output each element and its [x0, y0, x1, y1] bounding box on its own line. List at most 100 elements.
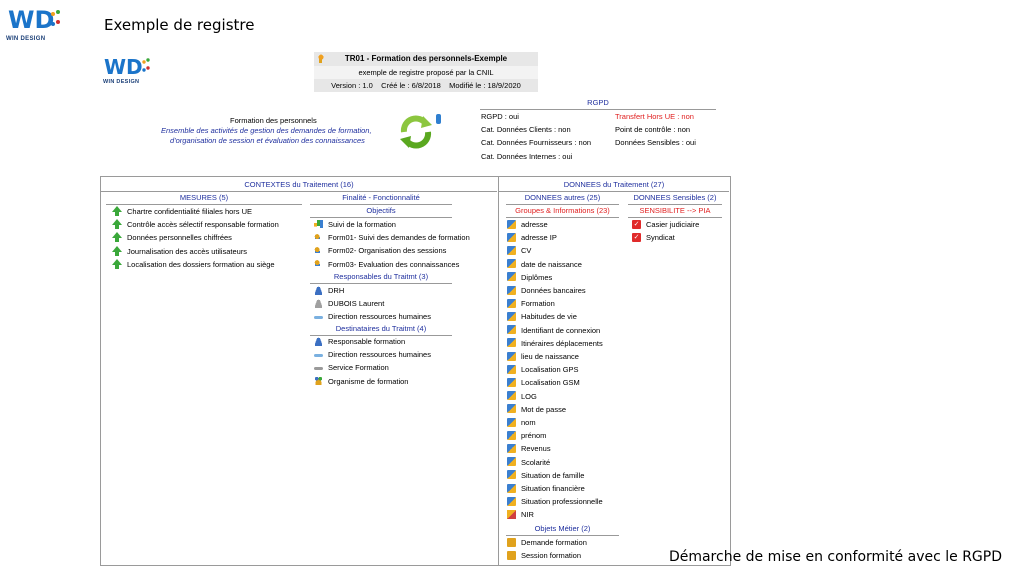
list-item[interactable]: Localisation des dossiers formation au s… [112, 258, 279, 271]
list-item[interactable]: Situation professionnelle [507, 495, 603, 508]
list-item[interactable]: Itinéraires déplacements [507, 337, 603, 350]
slide-title: Exemple de registre [104, 16, 255, 34]
list-item[interactable]: Scolarité [507, 456, 603, 469]
data-field-icon [507, 325, 516, 335]
donnees-autres-list: adresse adresse IP CV date de naissance … [507, 218, 603, 522]
list-item[interactable]: lieu de naissance [507, 350, 603, 363]
sensibles-list: ✓ Casier judiciaire ✓ Syndicat [632, 218, 699, 244]
list-item[interactable]: Situation financière [507, 482, 603, 495]
mesures-header: MESURES (5) [106, 191, 302, 206]
list-item[interactable]: ✓ Syndicat [632, 231, 699, 244]
data-field-icon [507, 404, 516, 414]
rgpd-cat-fournisseurs: Cat. Données Fournisseurs : non [481, 138, 592, 148]
green-up-arrow-icon [112, 245, 122, 256]
treatment-version: Version : 1.0 [331, 81, 373, 90]
list-item[interactable]: prénom [507, 429, 603, 442]
chart-icon [314, 219, 323, 229]
treatment-icon [317, 54, 325, 63]
data-field-icon [507, 219, 516, 229]
list-item[interactable]: Service Formation [314, 361, 431, 374]
checkbox-checked-icon: ✓ [632, 219, 641, 229]
list-item[interactable]: Contrôle accès sélectif responsable form… [112, 218, 279, 231]
list-item[interactable]: Responsable formation [314, 335, 431, 348]
panel-divider [498, 176, 499, 565]
rgpd-donnees-sensibles: Données Sensibles : oui [615, 138, 696, 148]
list-item[interactable]: Données personnelles chiffrées [112, 231, 279, 244]
slide-footer: Démarche de mise en conformité avec le R… [668, 549, 1002, 565]
data-field-icon [507, 496, 516, 506]
list-item[interactable]: Demande formation [507, 536, 587, 549]
treatment-modified: Modifié le : 18/9/2020 [449, 81, 521, 90]
list-item[interactable]: nom [507, 416, 603, 429]
green-up-arrow-icon [112, 232, 122, 243]
green-up-arrow-icon [112, 206, 122, 217]
winDesign-logo: WD WIN DESIGN [6, 6, 66, 46]
list-item[interactable]: DRH [314, 284, 431, 297]
treatment-created: Créé le : 6/8/2018 [381, 81, 441, 90]
list-item[interactable]: Données bancaires [507, 284, 603, 297]
data-field-icon [507, 364, 516, 374]
list-item[interactable]: ✓ Casier judiciaire [632, 218, 699, 231]
report-logo-brand: WIN DESIGN [103, 79, 140, 85]
rgpd-header: RGPD [480, 96, 716, 111]
list-item[interactable]: Chartre confidentialité filiales hors UE [112, 205, 279, 218]
list-item[interactable]: Form01- Suivi des demandes de formation [314, 231, 470, 244]
list-item[interactable]: Revenus [507, 442, 603, 455]
business-object-icon [507, 550, 516, 560]
rgpd-cat-internes: Cat. Données Internes : oui [481, 151, 573, 161]
data-field-icon [507, 483, 516, 493]
list-item[interactable]: NIR [507, 508, 603, 521]
data-field-icon [507, 245, 516, 255]
list-item[interactable]: Journalisation des accès utilisateurs [112, 245, 279, 258]
rgpd-point-controle: Point de contrôle : non [615, 125, 691, 135]
rgpd-right: Transfert Hors UE : non Point de contrôl… [615, 110, 696, 150]
group-icon [314, 376, 323, 386]
key-icon [314, 259, 323, 269]
rgpd-left: RGPD : oui Cat. Données Clients : non Ca… [481, 110, 591, 163]
objets-metier-list: Demande formation Session formation [507, 536, 587, 562]
list-item[interactable]: Diplômes [507, 271, 603, 284]
list-item[interactable]: DUBOIS Laurent [314, 297, 431, 310]
groupes-header: Groupes & Informations (23) [506, 204, 619, 219]
list-item[interactable]: Form02- Organisation des sessions [314, 244, 470, 257]
list-item[interactable]: CV [507, 244, 603, 257]
list-item[interactable]: Form03- Evaluation des connaissances [314, 258, 470, 271]
treatment-versions: Version : 1.0 Créé le : 6/8/2018 Modifié… [314, 79, 538, 92]
data-field-icon [507, 232, 516, 242]
treatment-header: TR01 - Formation des personnels-Exemple … [314, 52, 538, 94]
destinataires-list: Responsable formation Direction ressourc… [314, 335, 431, 388]
list-item[interactable]: LOG [507, 390, 603, 403]
list-item[interactable]: Mot de passe [507, 403, 603, 416]
list-item[interactable]: Localisation GPS [507, 363, 603, 376]
data-field-icon [507, 391, 516, 401]
list-item[interactable]: Organisme de formation [314, 375, 431, 388]
list-item[interactable]: Formation [507, 297, 603, 310]
list-item[interactable]: Identifiant de connexion [507, 324, 603, 337]
list-item[interactable]: Localisation GSM [507, 376, 603, 389]
list-item[interactable]: Situation de famille [507, 469, 603, 482]
list-item[interactable]: Suivi de la formation [314, 218, 470, 231]
green-up-arrow-icon [112, 258, 122, 269]
list-item[interactable]: Session formation [507, 549, 587, 562]
data-field-icon [507, 285, 516, 295]
responsables-list: DRH DUBOIS Laurent Direction ressources … [314, 284, 431, 324]
person-icon [314, 285, 323, 295]
department-icon [314, 315, 323, 319]
key-icon [314, 232, 323, 242]
list-item[interactable]: Direction ressources humaines [314, 348, 431, 361]
key-icon [314, 245, 323, 255]
list-item[interactable]: Habitudes de vie [507, 310, 603, 323]
list-item[interactable]: date de naissance [507, 258, 603, 271]
identifier-icon [507, 509, 516, 519]
list-item[interactable]: adresse [507, 218, 603, 231]
svg-text:WD: WD [8, 6, 54, 32]
data-field-icon [507, 430, 516, 440]
logo-brand-text: WIN DESIGN [6, 36, 46, 42]
treatment-subtitle: exemple de registre proposé par la CNIL [314, 66, 538, 79]
treatment-description-2: d'organisation de session et évaluation … [170, 136, 365, 145]
treatment-title: TR01 - Formation des personnels-Exemple [344, 54, 508, 63]
data-field-icon [507, 311, 516, 321]
list-item[interactable]: adresse IP [507, 231, 603, 244]
mesures-list: Chartre confidentialité filiales hors UE… [112, 205, 279, 271]
department-icon [314, 353, 323, 357]
